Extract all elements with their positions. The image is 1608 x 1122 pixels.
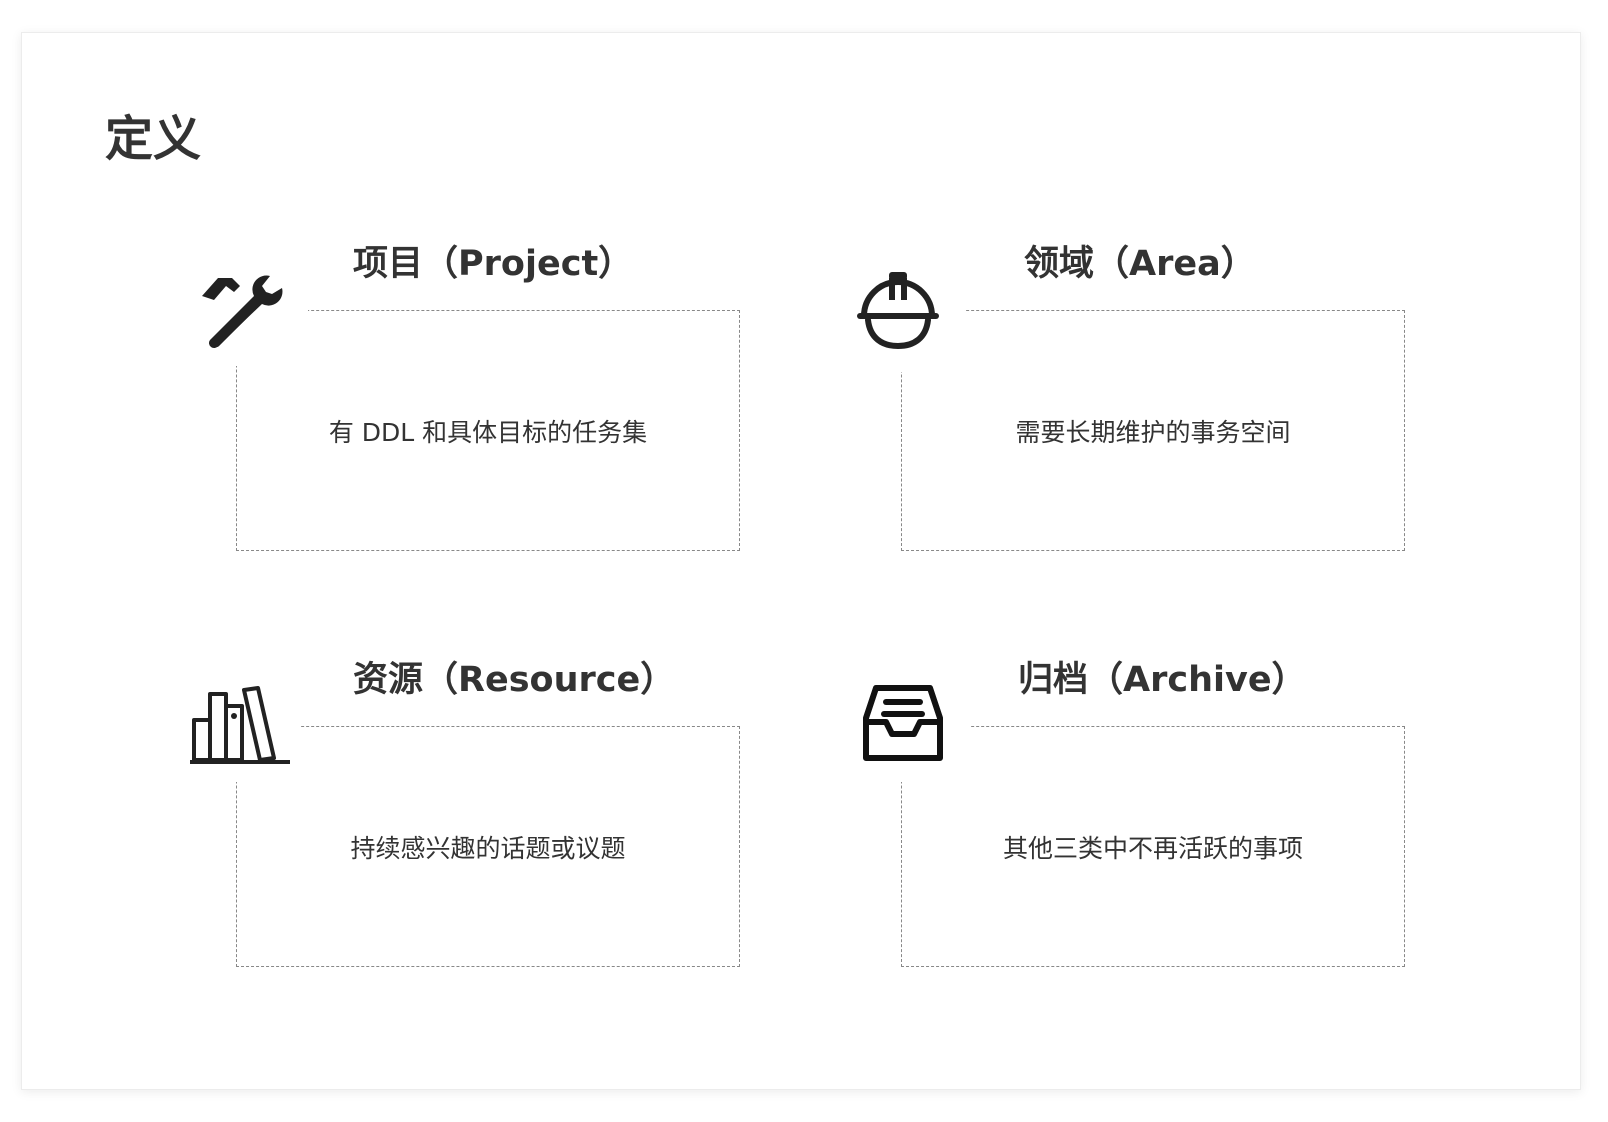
hammer-wrench-icon <box>196 274 286 350</box>
quadrant-archive-title: 归档（Archive） <box>1018 660 1307 700</box>
quadrant-area-description: 需要长期维护的事务空间 <box>1015 418 1291 447</box>
books-icon <box>188 686 292 766</box>
quadrant-resource-description: 持续感兴趣的话题或议题 <box>350 834 626 863</box>
quadrant-project-title: 项目（Project） <box>353 244 634 284</box>
quadrant-archive-description: 其他三类中不再活跃的事项 <box>1002 834 1304 863</box>
hard-hat-icon <box>856 268 940 352</box>
quadrant-resource-title: 资源（Resource） <box>353 660 676 700</box>
archive-tray-icon <box>862 684 944 764</box>
quadrant-area-title: 领域（Area） <box>1024 244 1256 284</box>
quadrant-project-description: 有 DDL 和具体目标的任务集 <box>328 418 648 447</box>
page-title: 定义 <box>105 111 202 167</box>
